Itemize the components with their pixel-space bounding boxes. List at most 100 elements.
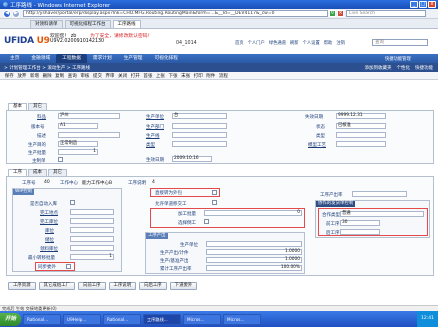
select-reverse-checkbox[interactable]	[204, 219, 209, 224]
forward-icon[interactable]: ▶	[12, 9, 20, 18]
out-rate-field[interactable]	[352, 191, 407, 197]
op-desc-button[interactable]: 工序说明	[108, 282, 137, 290]
tab-basic[interactable]: 基本	[8, 103, 27, 110]
eff-date-field[interactable]: 2009.10.16	[172, 156, 212, 162]
action-first[interactable]: 首张	[143, 73, 152, 79]
nav-item[interactable]: 主页	[4, 54, 25, 63]
wip-min-field[interactable]: 1	[70, 254, 114, 260]
coop-type-select[interactable]: 普通	[340, 211, 424, 217]
next-op-button[interactable]: 向后工序	[139, 282, 167, 290]
wip-auto-checkbox[interactable]	[70, 200, 75, 205]
desc-field[interactable]	[58, 132, 120, 138]
tab-sub-other[interactable]: 其它	[48, 169, 67, 176]
action-discard[interactable]: 放弃	[17, 73, 26, 79]
prod-unit-field[interactable]: 台	[172, 113, 227, 119]
tab-operation[interactable]: 工序	[8, 169, 27, 176]
category-select[interactable]: 正常制造	[58, 141, 98, 147]
header-link[interactable]: 个人门户	[248, 40, 265, 46]
class-field[interactable]	[172, 141, 227, 147]
taskbar-item[interactable]: Rational...	[103, 313, 142, 325]
taskbar-item[interactable]: Micros...	[183, 313, 222, 325]
header-link[interactable]: 刷新	[290, 40, 299, 46]
wip-slot-field[interactable]	[70, 236, 114, 242]
shortcut-link[interactable]: 快捷功能	[415, 65, 433, 71]
header-search-input[interactable]: 查询	[372, 39, 428, 46]
tab-cost[interactable]: 成本	[28, 169, 47, 176]
action-open[interactable]: 打开	[131, 73, 140, 79]
allow-transfer-checkbox[interactable]	[212, 200, 217, 205]
template-field[interactable]	[336, 141, 386, 147]
tab-other[interactable]: 其它	[28, 103, 47, 110]
process-batch-field[interactable]: 0	[204, 210, 302, 216]
nav-item[interactable]: 生产管理	[118, 54, 149, 63]
system-tray-clock[interactable]: 12:41	[417, 311, 438, 327]
action-save[interactable]: 保存	[5, 73, 14, 79]
sync-outsource-checkbox[interactable]	[66, 264, 71, 269]
browser-tab[interactable]: 可视化排程工作台	[64, 20, 111, 28]
refresh-icon[interactable]: ↻	[329, 10, 336, 17]
action-close[interactable]: 关闭	[118, 73, 127, 79]
factor-base-field[interactable]: 1.0000	[206, 257, 302, 263]
next-outsource-button[interactable]: 下道委外	[169, 282, 198, 290]
action-approve[interactable]: 审核	[80, 73, 89, 79]
live-search-input[interactable]: Live Search	[346, 10, 426, 17]
version-field[interactable]: A1	[58, 123, 98, 129]
taskbar-item[interactable]: U9Help...	[63, 313, 102, 325]
group-button[interactable]: 其它成组工厂	[38, 282, 75, 290]
favorite-link[interactable]: 添加到收藏夹	[365, 65, 392, 71]
action-query[interactable]: 查询	[68, 73, 77, 79]
nav-item[interactable]: 需求计划	[87, 54, 118, 63]
prev-op-button[interactable]: 向前工序	[77, 282, 106, 290]
direct-outsource-checkbox[interactable]	[212, 190, 217, 195]
close-button[interactable]: x	[428, 1, 436, 8]
browser-tab-active[interactable]: 工序路线	[112, 20, 141, 28]
header-link[interactable]: 注销	[336, 40, 345, 46]
coop-prev-field[interactable]: 30	[340, 220, 380, 226]
action-new[interactable]: 新增	[30, 73, 39, 79]
wip-pos-field[interactable]	[70, 227, 114, 233]
resource-button[interactable]: 工序资源	[8, 282, 36, 290]
header-link[interactable]: 个人设置	[303, 40, 320, 46]
mode-field[interactable]	[336, 132, 386, 138]
action-last[interactable]: 末张	[181, 73, 190, 79]
route-type-field[interactable]	[172, 132, 227, 138]
header-link[interactable]: 帮助	[324, 40, 333, 46]
taskbar-item-active[interactable]: 工序路线...	[143, 313, 182, 325]
taskbar-item[interactable]: Rational...	[23, 313, 62, 325]
header-link[interactable]: 绿色通道	[269, 40, 286, 46]
action-attach[interactable]: 附件	[206, 73, 215, 79]
minimize-button[interactable]: _	[410, 1, 418, 8]
item-field[interactable]: 泸州	[58, 113, 120, 119]
action-unapprove[interactable]: 弃审	[106, 73, 115, 79]
nav-item[interactable]: 金融领域	[25, 54, 56, 63]
action-print[interactable]: 打印	[194, 73, 203, 79]
browser-tab[interactable]: 对领料请单	[30, 20, 63, 28]
back-icon[interactable]: ◀	[3, 9, 11, 18]
nav-item[interactable]: 可视化排程	[148, 54, 183, 63]
wip-issue-field[interactable]	[70, 245, 114, 251]
header-link[interactable]: 首页	[235, 40, 244, 46]
main-checkbox[interactable]	[58, 157, 63, 162]
taskbar-item[interactable]: Micros...	[223, 313, 262, 325]
action-submit[interactable]: 提交	[93, 73, 102, 79]
action-copy[interactable]: 复制	[55, 73, 64, 79]
nav-item-active[interactable]: 工程数据	[56, 54, 87, 63]
wip-loc-field[interactable]	[70, 209, 114, 215]
password-warning[interactable]: 为了安全，请修改默认密码！	[90, 32, 152, 39]
action-prev[interactable]: 上张	[156, 73, 165, 79]
shortcut-manage-link[interactable]: 快捷功能管理	[385, 56, 411, 62]
action-flow[interactable]: 流程	[219, 73, 228, 79]
maximize-button[interactable]: □	[419, 1, 427, 8]
address-bar[interactable]: http://yshaver/portal/erp/display.aspx?l…	[23, 10, 328, 17]
personalize-link[interactable]: 个性化	[397, 65, 411, 71]
stop-icon[interactable]: ×	[337, 10, 344, 17]
coop-next-field[interactable]	[340, 229, 380, 235]
action-delete[interactable]: 删除	[43, 73, 52, 79]
wip-bin-field[interactable]	[70, 218, 114, 224]
fail-date-field[interactable]: 9999.12.31	[336, 113, 386, 119]
factor-unit-field[interactable]	[206, 241, 302, 247]
prod-dept-field[interactable]	[172, 123, 227, 129]
factor-rate-field[interactable]: 1.0000	[206, 249, 302, 255]
batch-field[interactable]: 1	[58, 149, 98, 155]
action-next[interactable]: 下张	[169, 73, 178, 79]
